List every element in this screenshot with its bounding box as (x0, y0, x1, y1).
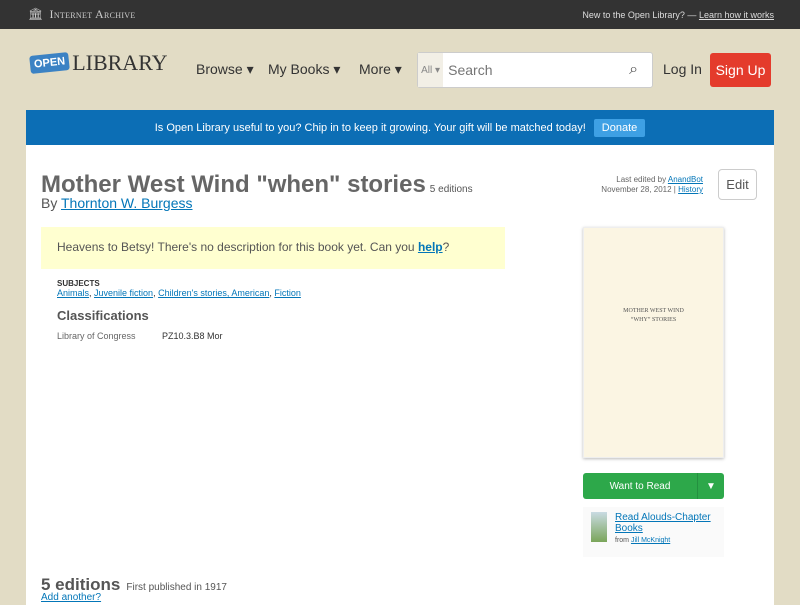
first-published: First published in 1917 (126, 582, 227, 593)
logo-open: OPEN (29, 52, 70, 74)
add-another-link[interactable]: Add another? (41, 592, 101, 603)
class-label: Library of Congress (57, 331, 136, 341)
subjects-label: SUBJECTS (57, 279, 301, 288)
donation-banner: Is Open Library useful to you? Chip in t… (26, 110, 774, 145)
banner-text: Is Open Library useful to you? Chip in t… (155, 122, 586, 134)
learn-link[interactable]: Learn how it works (699, 10, 774, 20)
editions-count: 5 editions (430, 184, 473, 195)
edit-button[interactable]: Edit (718, 169, 757, 200)
from-label: from (615, 537, 629, 544)
list-item: Read Alouds-Chapter Books from Jill McKni… (583, 507, 724, 557)
internet-archive-logo[interactable]: 🏛 Internet Archive (28, 7, 136, 22)
cover-line: MOTHER WEST WIND (584, 307, 723, 316)
top-bar: 🏛 Internet Archive New to the Open Librar… (0, 0, 800, 29)
edited-prefix: Last edited by (616, 175, 666, 184)
subject-link[interactable]: Fiction (274, 288, 301, 298)
class-value: PZ10.3.B8 Mor (162, 331, 223, 341)
nav-my-books[interactable]: My Books ▾ (268, 61, 340, 78)
notice-end: ? (443, 240, 450, 254)
book-title: Mother West Wind "when" stories (41, 171, 426, 198)
search-box: All ▾ ⌕ (417, 52, 653, 88)
notice-text: Heavens to Betsy! There's no description… (57, 240, 415, 254)
last-edited: Last edited by AnandBotNovember 28, 2012… (601, 175, 703, 195)
login-link[interactable]: Log In (663, 61, 702, 77)
search-icon[interactable]: ⌕ (629, 61, 652, 79)
search-scope-select[interactable]: All ▾ (418, 53, 443, 87)
help-link[interactable]: help (418, 240, 443, 254)
editor-link[interactable]: AnandBot (668, 175, 703, 184)
book-page: Mother West Wind "when" stories 5 edition… (26, 145, 774, 605)
list-owner-link[interactable]: Jill McKnight (631, 537, 670, 544)
subject-link[interactable]: Juvenile fiction (94, 288, 153, 298)
nav-browse[interactable]: Browse ▾ (196, 61, 254, 78)
book-cover[interactable]: MOTHER WEST WIND“WHY” STORIES (583, 227, 724, 458)
list-thumbnail[interactable] (591, 512, 607, 542)
chevron-down-icon[interactable]: ▼ (697, 473, 724, 499)
header: OPENLIBRARY Browse ▾ My Books ▾ More ▾ A… (0, 29, 800, 110)
edited-date: November 28, 2012 | (601, 185, 676, 194)
nav-more[interactable]: More ▾ (359, 61, 402, 78)
donate-button[interactable]: Donate (594, 119, 645, 137)
history-link[interactable]: History (678, 185, 703, 194)
by-label: By (41, 195, 57, 211)
want-to-read-label: Want to Read (583, 473, 697, 499)
byline: By Thornton W. Burgess (41, 195, 193, 211)
author-link[interactable]: Thornton W. Burgess (61, 195, 193, 211)
want-to-read-button[interactable]: Want to Read▼ (583, 473, 724, 499)
open-library-logo[interactable]: OPENLIBRARY (30, 50, 168, 76)
signup-button[interactable]: Sign Up (710, 53, 771, 87)
search-input[interactable] (443, 62, 629, 78)
new-text: New to the Open Library? — (582, 10, 696, 20)
no-description-notice: Heavens to Betsy! There's no description… (41, 227, 505, 269)
subject-link[interactable]: Animals (57, 288, 89, 298)
cover-line: “WHY” STORIES (584, 316, 723, 325)
classification-row: Library of CongressPZ10.3.B8 Mor (57, 331, 136, 341)
archive-building-icon: 🏛 (28, 7, 44, 22)
subject-link[interactable]: Children's stories, American (158, 288, 269, 298)
list-title-link[interactable]: Read Alouds-Chapter Books (615, 512, 711, 534)
logo-library: LIBRARY (72, 50, 167, 76)
subjects: SUBJECTS Animals, Juvenile fiction, Chil… (57, 279, 301, 298)
classifications-heading: Classifications (57, 308, 149, 323)
brand-text: Internet Archive (50, 7, 136, 22)
